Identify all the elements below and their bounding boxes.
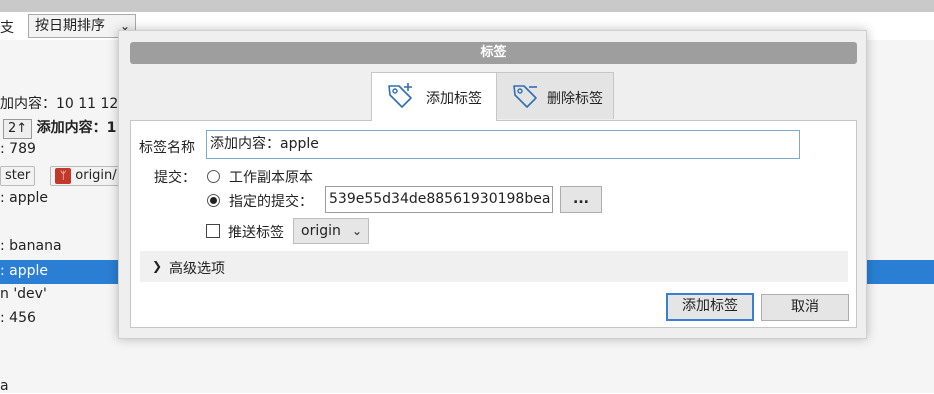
dialog-title: 标签 bbox=[130, 42, 857, 64]
remote-branch-icon: ᛘ bbox=[55, 167, 72, 184]
tag-name-input[interactable]: 添加内容：apple bbox=[206, 130, 800, 159]
tab-add-tag[interactable]: 添加标签 bbox=[371, 72, 497, 121]
tag-remove-icon bbox=[513, 85, 537, 108]
history-row-banana[interactable]: : banana bbox=[0, 238, 62, 254]
advanced-options-toggle[interactable]: ❯ 高级选项 bbox=[140, 251, 848, 282]
add-tag-button[interactable]: 添加标签 bbox=[666, 293, 754, 321]
radio-working-copy-label[interactable]: 工作副本原本 bbox=[229, 167, 313, 187]
history-row-dev[interactable]: n 'dev' bbox=[0, 286, 47, 302]
ahead-count-badge: 2↑ bbox=[3, 119, 33, 139]
tab-delete-tag-label: 删除标签 bbox=[547, 91, 603, 107]
remote-select-value: origin bbox=[301, 223, 341, 239]
push-tag-checkbox[interactable] bbox=[206, 224, 220, 238]
tag-name-label: 标签名称 bbox=[139, 140, 195, 156]
history-row-789[interactable]: : 789 bbox=[0, 141, 36, 157]
tab-delete-tag[interactable]: 删除标签 bbox=[496, 72, 614, 119]
branch-origin-tag: ᛘ origin/ bbox=[50, 166, 122, 186]
remote-select[interactable]: origin ⌄ bbox=[293, 218, 369, 244]
chevron-down-icon: ⌄ bbox=[351, 224, 362, 238]
branch-origin-label: origin/ bbox=[75, 168, 117, 183]
add-tag-panel: 标签名称 添加内容：apple 提交： 工作副本原本 指定的提交： 539e55… bbox=[130, 120, 857, 328]
history-row-content[interactable]: 加内容：10 11 12 bbox=[0, 93, 118, 113]
advanced-options-label: 高级选项 bbox=[169, 261, 225, 277]
history-row-last[interactable]: a bbox=[0, 378, 9, 394]
sort-select-label: 按日期排序 bbox=[35, 18, 105, 34]
history-row-branches[interactable]: ster ᛘ origin/ bbox=[0, 166, 122, 186]
window-top-strip bbox=[0, 0, 934, 12]
history-row-title: 添加内容：1 bbox=[36, 120, 117, 136]
tag-dialog: 标签 添加标签 删除标签 标签名称 添加内容：apple 提交： 工作副本原本 … bbox=[118, 30, 867, 339]
browse-commit-button[interactable]: ... bbox=[560, 186, 602, 213]
branch-master-tag: ster bbox=[0, 166, 36, 186]
commit-hash-input[interactable]: 539e55d34de88561930198bea bbox=[325, 186, 553, 213]
tag-add-icon bbox=[388, 83, 412, 108]
radio-specified-commit[interactable] bbox=[207, 194, 220, 207]
push-tag-label[interactable]: 推送标签 bbox=[228, 222, 284, 242]
radio-working-copy[interactable] bbox=[207, 170, 220, 183]
commit-label: 提交： bbox=[154, 170, 196, 186]
cancel-button[interactable]: 取消 bbox=[761, 294, 849, 321]
history-row-apple[interactable]: : apple bbox=[0, 190, 48, 206]
tab-add-tag-label: 添加标签 bbox=[426, 91, 482, 107]
history-row-456[interactable]: : 456 bbox=[0, 310, 36, 326]
selected-row-label: : apple bbox=[0, 263, 49, 279]
radio-specified-commit-label[interactable]: 指定的提交： bbox=[229, 191, 313, 211]
history-row-badge[interactable]: 2↑ 添加内容：1 bbox=[3, 117, 116, 139]
branch-label-fragment: 支 bbox=[0, 20, 14, 36]
chevron-right-icon: ❯ bbox=[152, 259, 163, 273]
